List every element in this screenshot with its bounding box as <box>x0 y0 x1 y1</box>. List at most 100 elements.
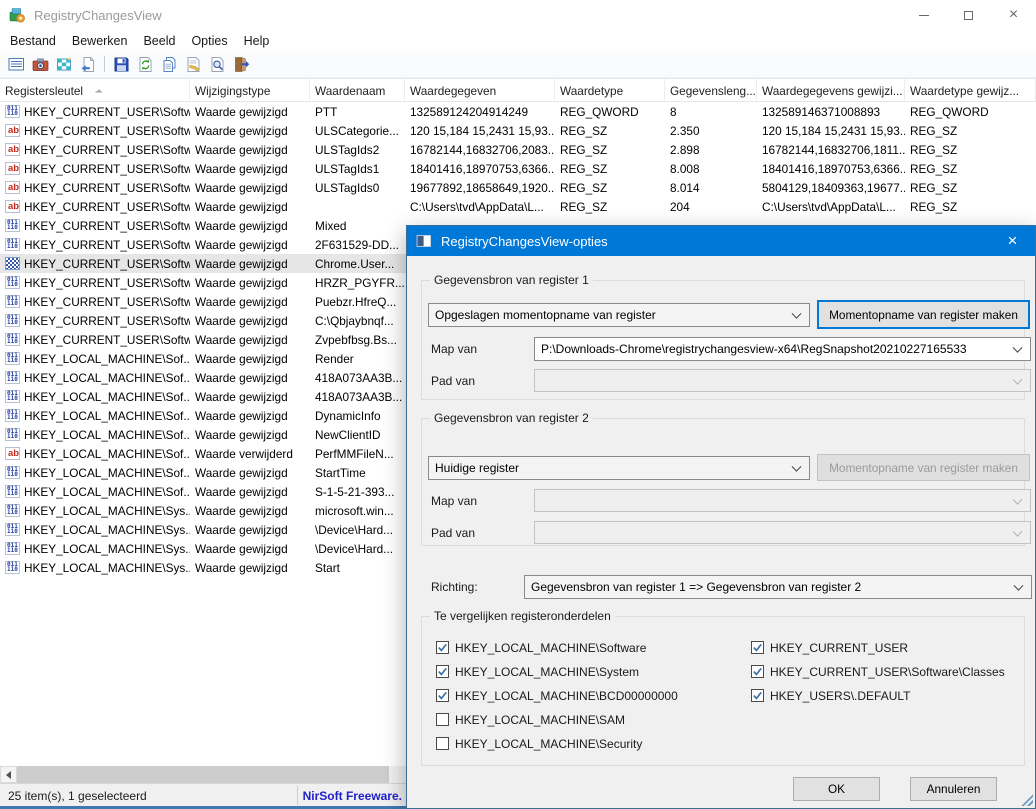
cell-type: REG_SZ <box>555 121 665 140</box>
cell-key: HKEY_CURRENT_USER\Softw... <box>0 330 190 349</box>
cell-key: HKEY_LOCAL_MACHINE\Sys... <box>0 520 190 539</box>
menu-help[interactable]: Help <box>236 32 278 50</box>
cell-key: HKEY_LOCAL_MACHINE\Sof... <box>0 349 190 368</box>
cancel-button[interactable]: Annuleren <box>910 777 997 801</box>
column-header-label: Waardenaam <box>315 84 385 98</box>
copy-icon[interactable] <box>157 53 181 75</box>
cell-name: \Device\Hard... <box>310 539 405 558</box>
menu-bestand[interactable]: Bestand <box>2 32 64 50</box>
checkbox-checked-icon[interactable] <box>751 641 764 654</box>
column-header-label: Waardetype <box>560 84 623 98</box>
checkbox-unchecked-icon[interactable] <box>436 737 449 750</box>
column-header-5[interactable]: Waardetype <box>555 79 665 102</box>
column-header-label: Gegevensleng... <box>670 84 756 98</box>
dword-value-icon <box>5 485 20 498</box>
direction-dropdown[interactable]: Gegevensbron van register 1 => Gegevensb… <box>524 575 1032 599</box>
scrollbar-thumb[interactable] <box>17 766 389 783</box>
properties-icon[interactable] <box>181 53 205 75</box>
menu-beeld[interactable]: Beeld <box>135 32 183 50</box>
dword-value-icon <box>5 333 20 346</box>
column-header-4[interactable]: Waardegegeven <box>405 79 555 102</box>
compare-key-option[interactable]: HKEY_LOCAL_MACHINE\BCD00000000 <box>436 687 678 704</box>
dialog-close-button[interactable]: × <box>990 226 1035 256</box>
close-button[interactable]: × <box>991 0 1036 30</box>
register1-map-value: P:\Downloads-Chrome\registrychangesview-… <box>541 342 967 356</box>
compare-key-option[interactable]: HKEY_LOCAL_MACHINE\Security <box>436 735 678 752</box>
compare-key-option[interactable]: HKEY_CURRENT_USER <box>751 639 1005 656</box>
checkbox-checked-icon[interactable] <box>751 689 764 702</box>
register2-source-dropdown[interactable]: Huidige register <box>428 456 810 480</box>
cell-name: S-1-5-21-393... <box>310 482 405 501</box>
table-row[interactable]: HKEY_CURRENT_USER\Softw...Waarde gewijzi… <box>0 178 1036 197</box>
table-row[interactable]: HKEY_CURRENT_USER\Softw...Waarde gewijzi… <box>0 102 1036 121</box>
cell-name: Mixed <box>310 216 405 235</box>
chevron-down-icon <box>1013 526 1023 536</box>
cell-change: Waarde gewijzigd <box>190 216 310 235</box>
register1-map-combo[interactable]: P:\Downloads-Chrome\registrychangesview-… <box>534 337 1031 361</box>
chevron-down-icon <box>792 462 802 472</box>
register2-source-value: Huidige register <box>435 461 519 475</box>
refresh-icon[interactable] <box>133 53 157 75</box>
cell-new_type: REG_SZ <box>905 178 1036 197</box>
dword-value-icon <box>5 314 20 327</box>
checkbox-unchecked-icon[interactable] <box>436 713 449 726</box>
checkbox-checked-icon[interactable] <box>436 641 449 654</box>
register1-map-label: Map van <box>431 342 477 356</box>
checkbox-checked-icon[interactable] <box>436 689 449 702</box>
table-header: Registersleutel Wijzigingstype Waardenaam W… <box>0 79 1036 102</box>
register1-snapshot-button[interactable]: Momentopname van register maken <box>817 300 1030 329</box>
nirsoft-freeware-link[interactable]: NirSoft Freeware. <box>300 784 402 807</box>
cell-change: Waarde gewijzigd <box>190 273 310 292</box>
compare-key-option[interactable]: HKEY_LOCAL_MACHINE\SAM <box>436 711 678 728</box>
cell-name: PerfMMFileN... <box>310 444 405 463</box>
cell-change: Waarde verwijderd <box>190 444 310 463</box>
register1-source-dropdown[interactable]: Opgeslagen momentopname van register <box>428 303 810 327</box>
register1-pad-label: Pad van <box>431 374 475 388</box>
camera-snapshot-icon[interactable] <box>28 53 52 75</box>
column-header-2[interactable]: Wijzigingstype <box>190 79 310 102</box>
report-icon[interactable] <box>4 53 28 75</box>
compare-key-label: HKEY_CURRENT_USER <box>770 641 908 655</box>
cell-data: 16782144,16832706,2083... <box>405 140 555 159</box>
compare-key-option[interactable]: HKEY_LOCAL_MACHINE\System <box>436 663 678 680</box>
ok-button[interactable]: OK <box>793 777 880 801</box>
cell-key: HKEY_CURRENT_USER\Softw... <box>0 254 190 273</box>
compare-key-option[interactable]: HKEY_CURRENT_USER\Software\Classes <box>751 663 1005 680</box>
options-dialog: RegistryChangesView-opties × Gegevensbro… <box>406 225 1036 809</box>
column-header-1[interactable]: Registersleutel <box>0 79 190 102</box>
scroll-left-button[interactable] <box>0 766 17 783</box>
cell-change: Waarde gewijzigd <box>190 235 310 254</box>
compare-key-option[interactable]: HKEY_USERS\.DEFAULT <box>751 687 1005 704</box>
cell-new_type: REG_QWORD <box>905 102 1036 121</box>
column-header-8[interactable]: Waardetype gewijz... <box>905 79 1036 102</box>
cell-change: Waarde gewijzigd <box>190 520 310 539</box>
minimize-button[interactable] <box>901 0 946 30</box>
table-row[interactable]: HKEY_CURRENT_USER\Softw...Waarde gewijzi… <box>0 140 1036 159</box>
menu-bewerken[interactable]: Bewerken <box>64 32 136 50</box>
column-header-6[interactable]: Gegevensleng... <box>665 79 757 102</box>
checkbox-checked-icon[interactable] <box>751 665 764 678</box>
column-header-label: Waardegegeven <box>410 84 496 98</box>
table-row[interactable]: HKEY_CURRENT_USER\Softw...Waarde gewijzi… <box>0 121 1036 140</box>
menu-opties[interactable]: Opties <box>183 32 235 50</box>
checkbox-checked-icon[interactable] <box>436 665 449 678</box>
cell-key: HKEY_CURRENT_USER\Softw... <box>0 311 190 330</box>
save-icon[interactable] <box>109 53 133 75</box>
register2-map-combo <box>534 489 1031 512</box>
exit-icon[interactable] <box>229 53 253 75</box>
column-header-label: Wijzigingstype <box>195 84 270 98</box>
cell-key: HKEY_CURRENT_USER\Softw... <box>0 178 190 197</box>
find-icon[interactable] <box>205 53 229 75</box>
cell-key: HKEY_LOCAL_MACHINE\Sys... <box>0 539 190 558</box>
cell-new_data: 18401416,18970753,6366... <box>757 159 905 178</box>
column-header-7[interactable]: Waardegegevens gewijzi... <box>757 79 905 102</box>
open-report-icon[interactable] <box>76 53 100 75</box>
registry-grid-icon[interactable] <box>52 53 76 75</box>
table-row[interactable]: HKEY_CURRENT_USER\Softw...Waarde gewijzi… <box>0 197 1036 216</box>
cell-name: ULSTagIds0 <box>310 178 405 197</box>
resize-grip[interactable] <box>1020 793 1033 806</box>
maximize-button[interactable] <box>946 0 991 30</box>
compare-key-option[interactable]: HKEY_LOCAL_MACHINE\Software <box>436 639 678 656</box>
table-row[interactable]: HKEY_CURRENT_USER\Softw...Waarde gewijzi… <box>0 159 1036 178</box>
column-header-3[interactable]: Waardenaam <box>310 79 405 102</box>
